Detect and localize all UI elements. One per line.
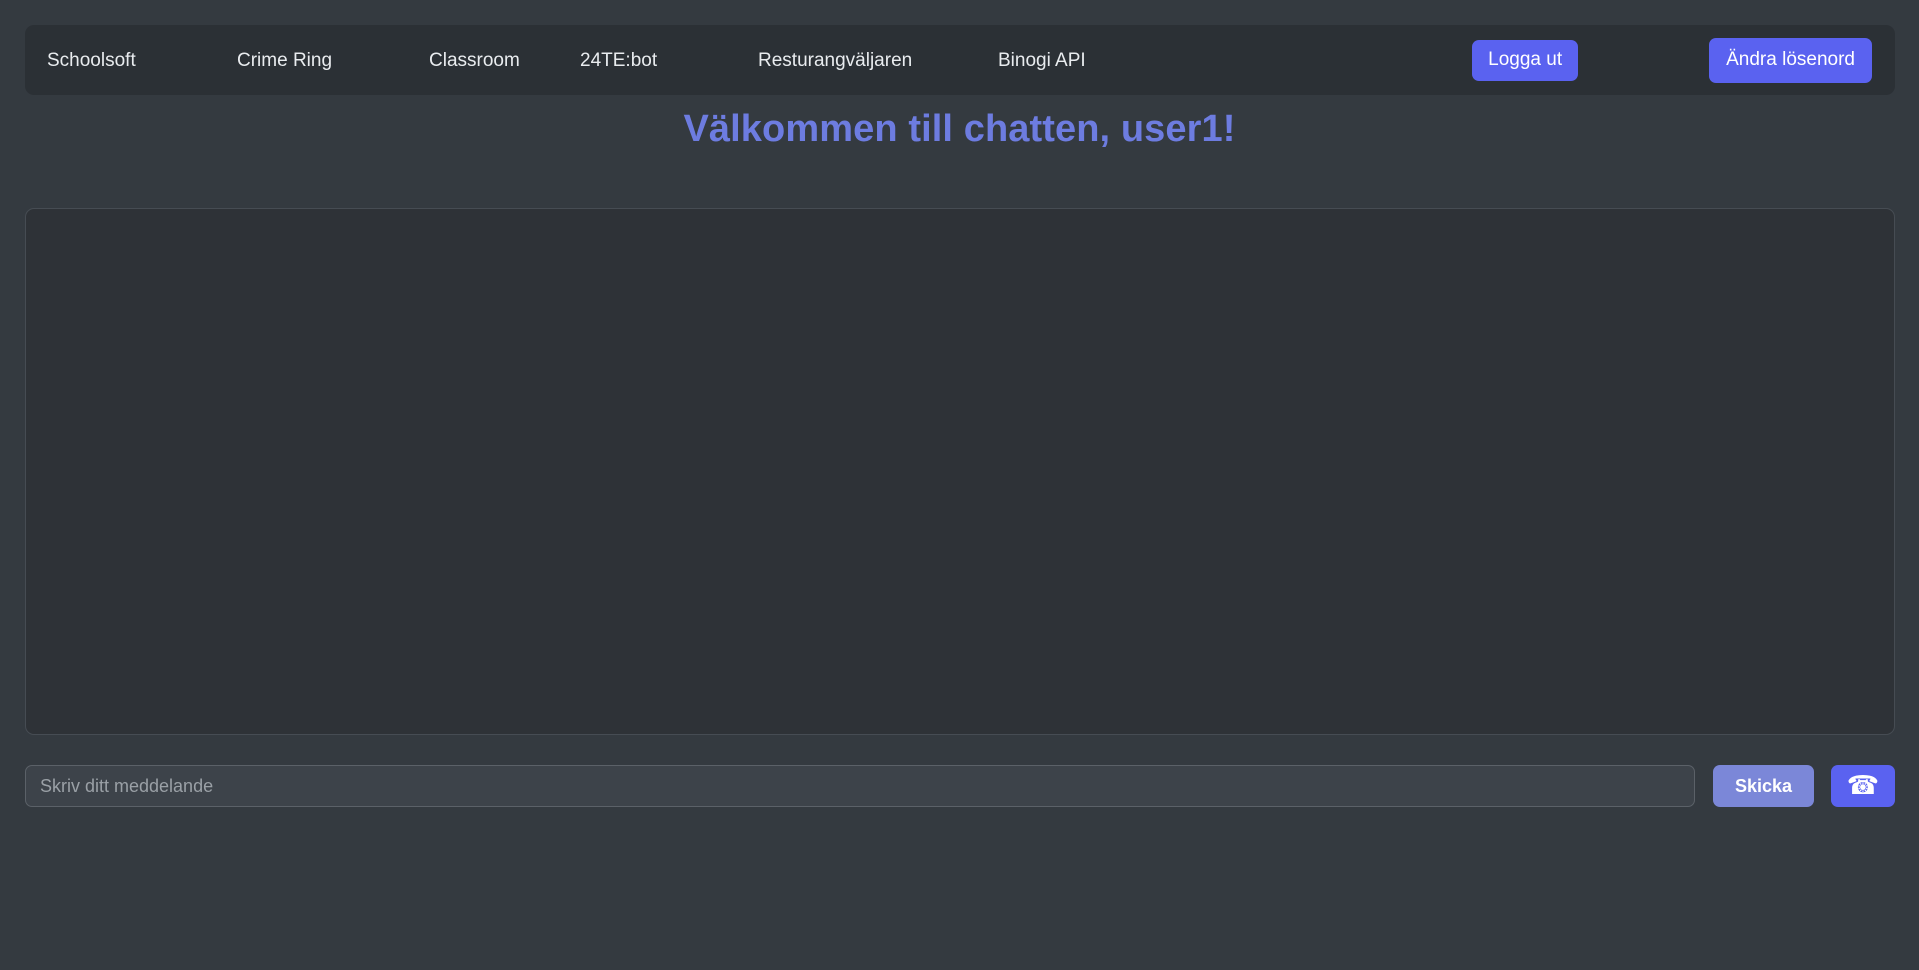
logout-button[interactable]: Logga ut — [1472, 39, 1579, 81]
main-navbar: Schoolsoft Crime Ring Classroom 24TE:bot… — [25, 25, 1895, 95]
message-composer: Skicka ☎ — [25, 765, 1895, 807]
nav-link-binogi-api[interactable]: Binogi API — [998, 43, 1173, 78]
page-root: Schoolsoft Crime Ring Classroom 24TE:bot… — [0, 0, 1919, 970]
telephone-icon: ☎ — [1846, 770, 1880, 800]
change-password-button[interactable]: Ändra lösenord — [1709, 37, 1872, 83]
message-input[interactable] — [25, 765, 1695, 807]
call-button[interactable]: ☎ — [1831, 765, 1895, 807]
chat-message-list[interactable] — [25, 208, 1895, 735]
send-button[interactable]: Skicka — [1713, 765, 1814, 807]
nav-link-resturangvaljaren[interactable]: Resturangväljaren — [758, 43, 998, 78]
nav-link-24te-bot[interactable]: 24TE:bot — [580, 43, 758, 78]
navbar-actions: Logga ut Ändra lösenord — [1472, 37, 1895, 83]
nav-link-schoolsoft[interactable]: Schoolsoft — [47, 43, 237, 78]
navbar-links: Schoolsoft Crime Ring Classroom 24TE:bot… — [47, 43, 1173, 78]
nav-link-crime-ring[interactable]: Crime Ring — [237, 43, 429, 78]
page-title: Välkommen till chatten, user1! — [683, 108, 1236, 150]
nav-link-classroom[interactable]: Classroom — [429, 43, 580, 78]
